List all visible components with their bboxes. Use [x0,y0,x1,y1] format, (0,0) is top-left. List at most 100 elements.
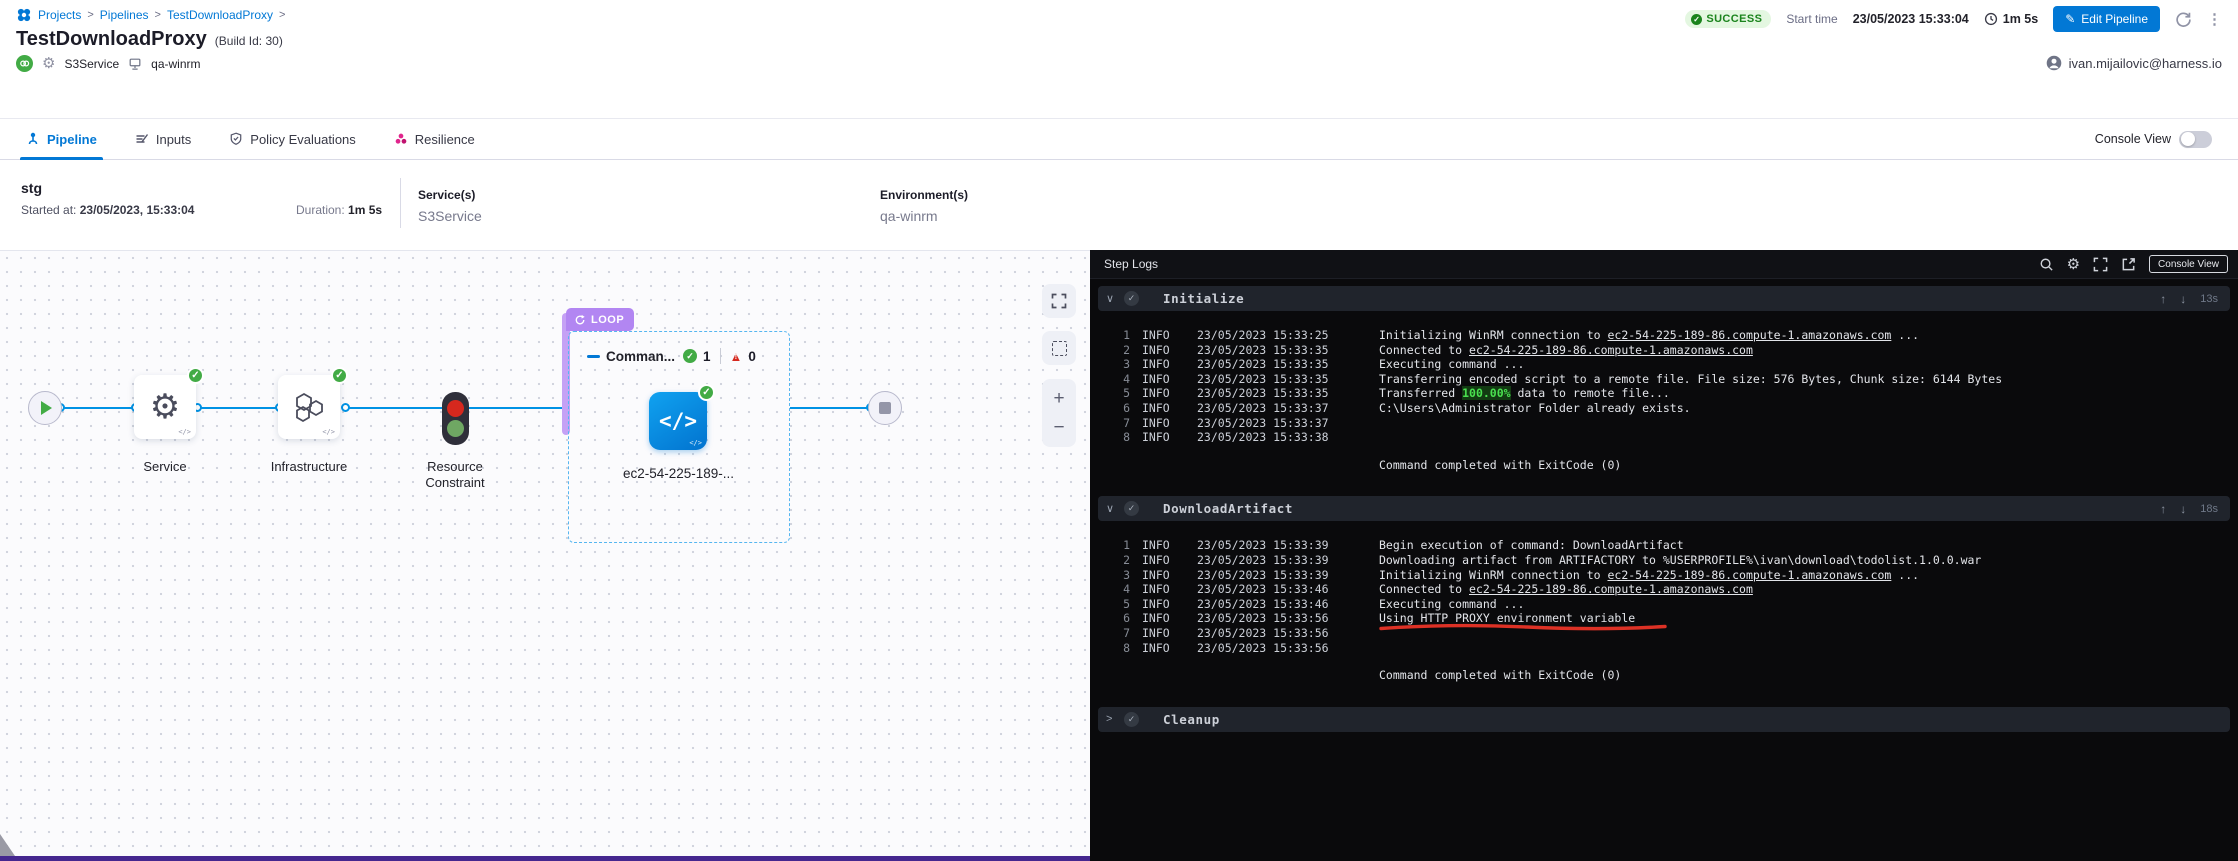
resilience-icon [394,132,408,146]
end-node[interactable] [868,391,902,425]
refresh-icon[interactable] [2175,11,2192,28]
zoom-in-button[interactable]: + [1053,389,1064,408]
log-line: 6INFO23/05/2023 15:33:37C:\Users\Adminis… [1098,401,2230,416]
log-message: Connected to ec2-54-225-189-86.compute-1… [1379,582,1753,597]
user-email: ivan.mijailovic@harness.io [2069,56,2222,71]
breadcrumb-projects[interactable]: Projects [38,8,81,22]
node-resource-constraint[interactable] [442,392,469,445]
template-code-icon: </> [178,428,191,436]
loop-group[interactable]: Comman... ✓ 1 ▲! 0 ✓ </> </> ec2-54-225-… [568,331,790,543]
breadcrumb-separator: > [279,9,285,21]
tab-pipeline[interactable]: Pipeline [20,119,103,159]
chevron-down-icon[interactable]: ∨ [1106,292,1124,305]
log-message: Using HTTP_PROXY environment variable [1379,611,1635,626]
expand-icon[interactable] [2093,257,2108,272]
more-options-icon[interactable]: ⋮ [2207,10,2222,28]
environment-value[interactable]: qa-winrm [880,208,968,224]
log-footer: Command completed with ExitCode (0) [1098,668,2230,683]
arrow-down-icon[interactable]: ↓ [2180,292,2186,306]
canvas-fullscreen-button[interactable] [1042,284,1076,318]
check-icon: ✓ [1124,501,1139,516]
section-duration: 13s [2200,293,2218,305]
section-duration: 18s [2200,503,2218,515]
log-message: Connected to ec2-54-225-189-86.compute-1… [1379,343,1753,358]
service-tag[interactable]: S3Service [64,57,119,71]
log-section-title: DownloadArtifact [1163,501,1293,516]
start-node[interactable] [28,391,62,425]
node-command-step[interactable]: ✓ </> </> [649,392,707,450]
status-badge: ✓ SUCCESS [1685,10,1771,28]
node-label-service: Service [104,459,226,475]
shield-check-icon [229,132,243,146]
tab-inputs[interactable]: Inputs [129,119,197,159]
hexagons-icon [292,391,326,423]
environment-tag[interactable]: qa-winrm [151,57,200,71]
failed-count: 0 [748,349,756,364]
traffic-light-red-icon [447,400,464,417]
check-icon: ✓ [1124,712,1139,727]
tab-resilience[interactable]: Resilience [388,119,481,159]
group-name[interactable]: Comman... [606,349,675,364]
log-line: 3INFO23/05/2023 15:33:39Initializing Win… [1098,568,2230,583]
success-badge-icon: ✓ [698,384,715,401]
console-view-toggle[interactable] [2179,131,2212,148]
canvas-bottom-bar [0,856,1090,861]
play-icon [41,401,52,415]
console-view-button[interactable]: Console View [2149,255,2228,273]
log-line: 2INFO23/05/2023 15:33:39Downloading arti… [1098,553,2230,568]
breadcrumb-pipelines[interactable]: Pipelines [100,8,149,22]
code-icon: </> [659,409,697,433]
service-value[interactable]: S3Service [418,208,482,224]
arrow-down-icon[interactable]: ↓ [2180,502,2186,516]
log-message: Initializing WinRM connection to ec2-54-… [1379,568,1919,583]
check-icon: ✓ [683,349,697,363]
canvas-reset-selection-button[interactable] [1042,331,1076,365]
log-message: Downloading artifact from ARTIFACTORY to… [1379,553,1981,568]
node-infrastructure[interactable]: ✓ </> [278,375,340,439]
stage-name: stg [21,180,42,196]
pipeline-canvas[interactable]: ✓ ⚙ </> Service ✓ </> Infrastructure Res… [0,250,1090,861]
log-line: 7INFO23/05/2023 15:33:37 [1098,416,2230,431]
log-line: 4INFO23/05/2023 15:33:46Connected to ec2… [1098,582,2230,597]
log-message: Executing command ... [1379,357,1524,372]
log-section-header[interactable]: ∨✓Initialize↑↓13s [1098,286,2230,311]
log-section-header[interactable]: ∨✓ DownloadArtifact ↑ ↓ 18s [1098,496,2230,521]
log-line: 4INFO23/05/2023 15:33:35Transferring enc… [1098,372,2230,387]
stage-started: Started at: 23/05/2023, 15:33:04 [21,203,194,217]
log-settings-icon[interactable]: ⚙ [2067,257,2080,272]
log-line: 5INFO23/05/2023 15:33:35Transferred 100.… [1098,386,2230,401]
breadcrumb-pipeline-name[interactable]: TestDownloadProxy [167,8,273,22]
inputs-icon [135,132,149,146]
log-section-title: Cleanup [1163,712,1220,727]
chevron-down-icon[interactable]: ∨ [1106,502,1124,515]
arrow-up-icon[interactable]: ↑ [2160,502,2166,516]
log-line: 5INFO23/05/2023 15:33:46Executing comman… [1098,597,2230,612]
harness-logo-icon [16,7,32,23]
search-icon[interactable] [2039,257,2054,272]
arrow-up-icon[interactable]: ↑ [2160,292,2166,306]
tab-bar: Pipeline Inputs Policy Evaluations Resil… [0,118,2238,160]
edit-pipeline-button[interactable]: ✎ Edit Pipeline [2053,6,2160,32]
stage-summary: stg Started at: 23/05/2023, 15:33:04 Dur… [0,160,2238,250]
chevron-right-icon[interactable]: > [1106,713,1124,725]
log-message: Transferred 100.00% data to remote file.… [1379,386,1670,401]
environments-label: Environment(s) [880,188,968,202]
open-in-new-icon[interactable] [2121,257,2136,272]
fullscreen-icon [1051,293,1067,309]
zoom-out-button[interactable]: − [1053,418,1064,437]
collapse-icon[interactable] [587,355,600,358]
user-avatar-icon [2046,55,2062,71]
node-service[interactable]: ✓ ⚙ </> [134,375,196,439]
node-label-resource-constraint: Resource Constraint [400,459,510,490]
duration-value: 1m 5s [2003,12,2038,26]
pipeline-icon [26,132,40,146]
success-badge-icon: ✓ [187,367,204,384]
page-title: TestDownloadProxy [16,28,207,51]
template-code-icon: </> [322,428,335,436]
log-section-header[interactable]: >✓ Cleanup [1098,707,2230,732]
environment-icon [128,57,142,71]
log-line: 1INFO23/05/2023 15:33:25Initializing Win… [1098,328,2230,343]
log-section: ∨✓DownloadArtifact↑↓18s1INFO23/05/2023 1… [1098,496,2230,682]
tab-policy-evaluations[interactable]: Policy Evaluations [223,119,362,159]
log-footer: Command completed with ExitCode (0) [1098,458,2230,473]
